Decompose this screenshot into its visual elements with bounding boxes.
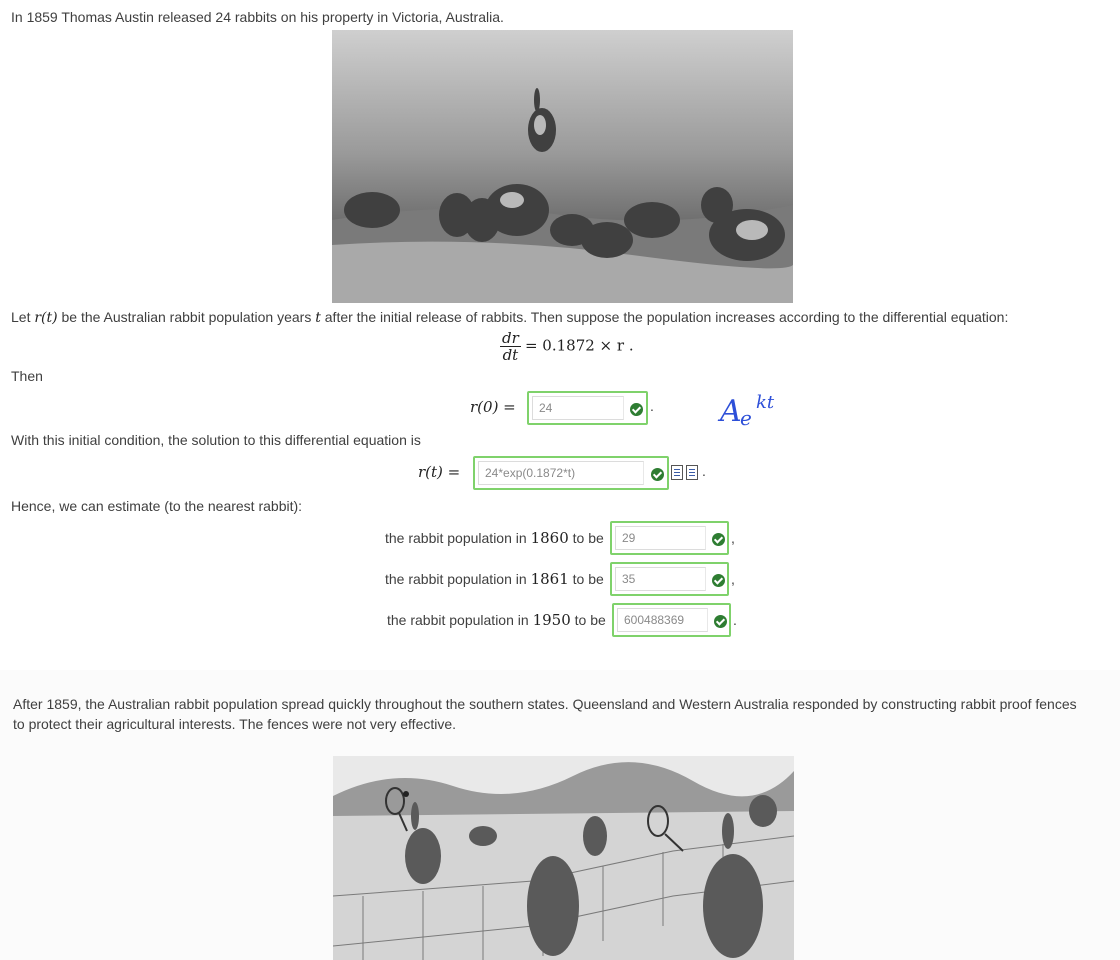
help-icon[interactable]	[686, 465, 698, 480]
rabbits-photo	[332, 30, 793, 303]
estimate-year: 1860	[530, 529, 569, 547]
check-icon	[651, 468, 664, 481]
initial-condition-trailing: .	[650, 398, 654, 414]
solution-trailing: .	[702, 463, 706, 479]
definition-text: Let r(t) be the Australian rabbit popula…	[11, 309, 1008, 326]
question-part-1: In 1859 Thomas Austin released 24 rabbit…	[0, 0, 1120, 670]
estimate-year: 1861	[530, 570, 569, 588]
solution-answer-box: 24*exp(0.1872*t)	[473, 456, 669, 490]
preview-icon[interactable]	[671, 465, 683, 480]
check-icon	[712, 574, 725, 587]
estimate-suffix: to be	[568, 530, 604, 546]
estimate-1860-answer-box: 29	[610, 521, 729, 555]
equation-rhs: = 0.1872 × r .	[524, 336, 634, 355]
solution-intro: With this initial condition, the solutio…	[11, 432, 421, 448]
definition-middle: be the Australian rabbit population year…	[57, 309, 316, 325]
initial-condition-input[interactable]: 24	[532, 396, 624, 420]
estimate-1861-answer-box: 35	[610, 562, 729, 596]
definition-suffix: after the initial release of rabbits. Th…	[320, 309, 1009, 325]
handwriting-exponent: kt	[756, 392, 775, 413]
rabbit-tennis-illustration	[333, 756, 794, 960]
differential-equation: dr dt = 0.1872 × r .	[500, 330, 634, 363]
estimate-suffix: to be	[568, 571, 604, 587]
check-icon	[712, 533, 725, 546]
handwriting-e: e	[740, 406, 752, 430]
intro-text: In 1859 Thomas Austin released 24 rabbit…	[11, 9, 504, 25]
estimate-year: 1950	[532, 611, 571, 629]
definition-rt: r(t)	[34, 310, 58, 326]
estimate-prefix: the rabbit population in	[385, 530, 531, 546]
estimate-1861-input[interactable]: 35	[615, 567, 706, 591]
estimate-prefix: the rabbit population in	[387, 612, 533, 628]
estimate-1861-trailing: ,	[731, 571, 735, 587]
check-icon	[630, 403, 643, 416]
spread-text-line2: to protect their agricultural interests.…	[13, 716, 457, 732]
estimate-1950-answer-box: 600488369	[612, 603, 731, 637]
estimate-1861-label: the rabbit population in 1861 to be	[385, 570, 604, 588]
estimate-1860-input[interactable]: 29	[615, 526, 706, 550]
estimate-1950-trailing: .	[733, 612, 737, 628]
solution-label: r(t) =	[418, 463, 461, 481]
derivative-fraction: dr dt	[500, 330, 521, 363]
estimate-suffix: to be	[570, 612, 606, 628]
estimate-1860-label: the rabbit population in 1860 to be	[385, 529, 604, 547]
handwriting-base: A	[720, 394, 742, 429]
solution-input[interactable]: 24*exp(0.1872*t)	[478, 461, 644, 485]
estimate-1950-label: the rabbit population in 1950 to be	[387, 611, 606, 629]
estimate-1950-input[interactable]: 600488369	[617, 608, 708, 632]
handwritten-note: A e kt	[718, 392, 788, 438]
estimate-1860-trailing: ,	[731, 530, 735, 546]
initial-condition-answer-box: 24	[527, 391, 648, 425]
initial-condition-label: r(0) =	[470, 398, 516, 416]
derivative-numerator: dr	[500, 329, 521, 347]
check-icon	[714, 615, 727, 628]
then-label: Then	[11, 368, 43, 384]
derivative-denominator: dt	[502, 346, 519, 364]
definition-prefix: Let	[11, 309, 35, 325]
question-part-2: After 1859, the Australian rabbit popula…	[0, 670, 1120, 960]
estimate-intro: Hence, we can estimate (to the nearest r…	[11, 498, 303, 514]
spread-text-line1: After 1859, the Australian rabbit popula…	[13, 696, 1077, 712]
estimate-prefix: the rabbit population in	[385, 571, 531, 587]
